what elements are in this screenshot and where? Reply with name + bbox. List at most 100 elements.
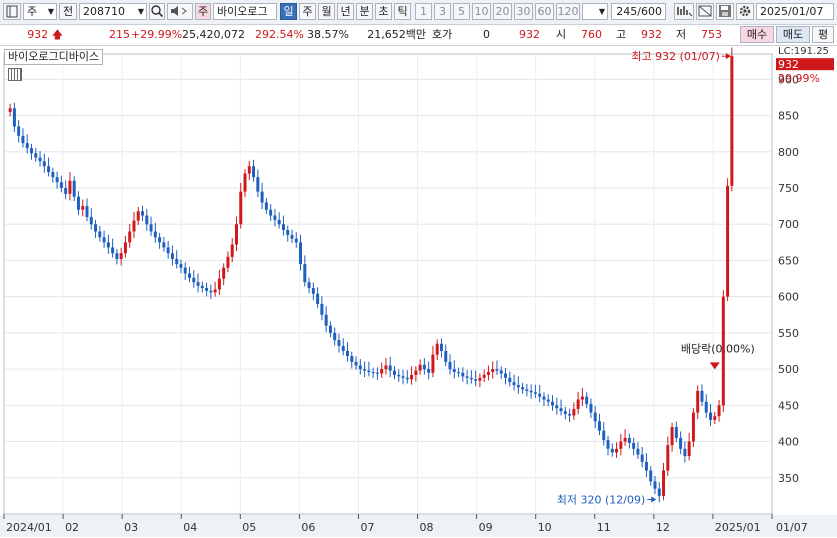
- candle-body: [188, 273, 191, 278]
- candle-body: [102, 237, 106, 243]
- candle-body: [691, 412, 695, 442]
- x-tick-label: 02: [65, 521, 79, 534]
- low-annotation: 최저 320 (12/09): [557, 494, 646, 507]
- stock-name[interactable]: 바이오로그: [213, 3, 277, 20]
- grid-icon[interactable]: [8, 68, 22, 81]
- period-month[interactable]: 월: [318, 3, 335, 20]
- prefix-button[interactable]: 전: [59, 3, 77, 20]
- candle-body: [371, 372, 375, 374]
- candle-body: [234, 224, 238, 245]
- period-year[interactable]: 년: [337, 3, 354, 20]
- period-week[interactable]: 주: [299, 3, 316, 20]
- period-minute[interactable]: 분: [356, 3, 373, 20]
- candle-body: [68, 180, 72, 194]
- high-price: 932: [641, 28, 662, 41]
- candle-body: [299, 242, 303, 265]
- price-change-pct: +29.99%: [131, 28, 183, 41]
- chart-title: 바이오로그디바이스: [4, 49, 104, 65]
- candle-body: [457, 372, 461, 374]
- code-value: 208710: [83, 5, 125, 18]
- candle-body: [115, 253, 119, 260]
- market-select[interactable]: 주 ▼: [23, 3, 57, 20]
- candle-body: [303, 264, 307, 283]
- candle-body: [106, 242, 110, 248]
- interval-20[interactable]: 20: [493, 3, 512, 20]
- split-icon[interactable]: [696, 3, 714, 20]
- candle-body: [128, 231, 132, 243]
- candle-body: [256, 177, 260, 192]
- candle-body: [482, 374, 486, 378]
- price-change: 215: [109, 28, 130, 41]
- candle-body: [405, 377, 409, 380]
- candle-body: [568, 414, 572, 416]
- lc-label: LC:191.25: [778, 46, 829, 57]
- candle-body: [230, 244, 234, 257]
- period-day[interactable]: 일: [280, 3, 297, 20]
- interval-5[interactable]: 5: [453, 3, 470, 20]
- sell-button[interactable]: 매도: [776, 26, 810, 43]
- candle-body: [111, 247, 115, 254]
- candle-body: [192, 277, 196, 283]
- candle-body: [290, 235, 294, 239]
- chart-area: 350 400 450 500 550 600 650 700 750 800 850 900 2024…: [0, 46, 837, 538]
- candle-body: [337, 340, 341, 346]
- layout-icon[interactable]: [3, 3, 21, 20]
- interval-3[interactable]: 3: [434, 3, 451, 20]
- candle-body: [580, 396, 584, 400]
- candle-body: [726, 185, 730, 297]
- x-tick-label: 04: [183, 521, 197, 534]
- code-input[interactable]: 208710 ▼: [79, 3, 147, 20]
- x-tick-label: 11: [597, 521, 611, 534]
- interval-select[interactable]: ▼: [582, 3, 608, 20]
- current-price-value: 932: [27, 28, 49, 41]
- candle-body: [709, 412, 713, 420]
- buy-button[interactable]: 매수: [740, 26, 774, 43]
- candle-body: [410, 374, 414, 380]
- eval-button[interactable]: 평: [812, 26, 834, 43]
- candle-body: [81, 206, 85, 210]
- candle-body: [461, 372, 465, 377]
- candle-body: [269, 209, 273, 216]
- candle-body: [243, 173, 247, 192]
- x-tick-label: 06: [301, 521, 315, 534]
- period-second[interactable]: 초: [375, 3, 392, 20]
- search-icon[interactable]: [149, 3, 165, 20]
- candle-body: [439, 343, 443, 352]
- interval-10[interactable]: 10: [472, 3, 491, 20]
- candle-body: [42, 161, 46, 167]
- candle-body: [696, 390, 700, 413]
- interval-1[interactable]: 1: [415, 3, 432, 20]
- price-chart[interactable]: 3504004505005506006507007508008509002024…: [0, 46, 837, 538]
- low-price: 753: [701, 28, 722, 41]
- candle-body: [273, 215, 277, 220]
- speaker-icon[interactable]: [167, 3, 193, 20]
- candle-body: [653, 481, 657, 489]
- y-tick-label: 750: [778, 182, 799, 195]
- candle-body: [529, 390, 533, 393]
- candle-body: [559, 408, 563, 412]
- date-input[interactable]: 2025/01/07: [756, 3, 834, 20]
- candle-body: [51, 172, 55, 178]
- interval-120[interactable]: 120: [556, 3, 580, 20]
- candle-body: [427, 369, 431, 373]
- interval-30[interactable]: 30: [514, 3, 533, 20]
- candle-body: [277, 219, 281, 225]
- chart-settings-icon[interactable]: [674, 3, 694, 20]
- candle-body: [572, 408, 576, 416]
- candle-body: [153, 231, 157, 238]
- candle-body: [644, 461, 648, 471]
- candle-body: [666, 445, 670, 471]
- period-tick[interactable]: 틱: [394, 3, 411, 20]
- interval-60[interactable]: 60: [535, 3, 554, 20]
- x-tick-label: 12: [656, 521, 670, 534]
- candle-body: [508, 377, 512, 383]
- y-tick-label: 800: [778, 146, 799, 159]
- candle-body: [602, 430, 606, 441]
- trade-amount: 21,652백만: [367, 28, 426, 41]
- toolbar: 주 ▼ 전 208710 ▼ 주 바이오로그 일 주 월 년 분 초 틱 1 3…: [0, 0, 837, 25]
- gear-icon[interactable]: [736, 3, 754, 20]
- save-icon[interactable]: [716, 3, 734, 20]
- count-input[interactable]: 245/600: [611, 3, 666, 20]
- candle-body: [525, 389, 529, 391]
- candle-body: [354, 361, 358, 366]
